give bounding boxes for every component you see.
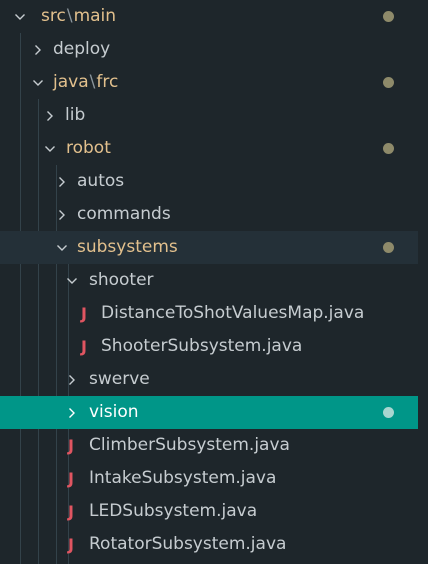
folder-label: subsystems (77, 237, 178, 257)
modified-dot-icon (383, 242, 394, 253)
java-icon: J (81, 337, 87, 356)
tree-item-java-frc[interactable]: java\frc (0, 66, 418, 99)
modified-dot-icon (383, 11, 394, 22)
folder-label: commands (77, 204, 171, 224)
chevron-right-icon (66, 396, 78, 429)
modified-dot-icon (383, 77, 394, 88)
folder-label: src\main (41, 0, 116, 33)
file-label: ClimberSubsystem.java (89, 435, 290, 455)
tree-item-commands[interactable]: commands (0, 198, 418, 231)
folder-label: vision (89, 402, 139, 422)
java-icon: J (68, 436, 74, 455)
chevron-down-icon (32, 66, 44, 99)
folder-label: robot (66, 138, 111, 158)
folder-label: lib (65, 105, 86, 125)
tree-item-vision[interactable]: vision (0, 396, 418, 429)
chevron-right-icon (44, 99, 56, 132)
path-segment: java (53, 72, 89, 92)
file-label: ShooterSubsystem.java (101, 336, 303, 356)
folder-label: swerve (89, 369, 150, 389)
tree-item-lib[interactable]: lib (0, 99, 418, 132)
tree-item-climber-subsystem[interactable]: J ClimberSubsystem.java (0, 429, 418, 462)
file-label: IntakeSubsystem.java (89, 468, 277, 488)
chevron-right-icon (66, 363, 78, 396)
tree-item-src-main[interactable]: src\main (0, 0, 418, 33)
folder-label: deploy (53, 39, 111, 59)
tree-item-rotator-subsystem[interactable]: J RotatorSubsystem.java (0, 528, 418, 561)
chevron-right-icon (56, 165, 68, 198)
tree-item-robot[interactable]: robot (0, 132, 418, 165)
tree-item-distance-to-shot-values-map[interactable]: J DistanceToShotValuesMap.java (0, 297, 418, 330)
modified-dot-icon (383, 407, 394, 418)
chevron-down-icon (56, 231, 68, 264)
tree-item-intake-subsystem[interactable]: J IntakeSubsystem.java (0, 462, 418, 495)
path-segment: src (41, 6, 66, 26)
java-icon: J (68, 535, 74, 554)
tree-item-deploy[interactable]: deploy (0, 33, 418, 66)
tree-item-led-subsystem[interactable]: J LEDSubsystem.java (0, 495, 418, 528)
chevron-down-icon (44, 132, 56, 165)
chevron-right-icon (56, 198, 68, 231)
path-segment: main (73, 6, 117, 26)
tree-item-autos[interactable]: autos (0, 165, 418, 198)
java-icon: J (68, 469, 74, 488)
file-explorer-tree: src\main deploy java\frc lib robot autos… (0, 0, 428, 564)
java-icon: J (81, 304, 87, 323)
file-label: LEDSubsystem.java (89, 501, 258, 521)
folder-label: autos (77, 171, 125, 191)
tree-item-subsystems[interactable]: subsystems (0, 231, 418, 264)
folder-label: java\frc (53, 66, 118, 99)
file-label: DistanceToShotValuesMap.java (101, 303, 365, 323)
path-separator: \ (66, 6, 73, 26)
chevron-right-icon (32, 33, 44, 66)
folder-label: shooter (89, 270, 154, 290)
java-icon: J (68, 502, 74, 521)
path-segment: frc (96, 72, 119, 92)
chevron-down-icon (66, 264, 78, 297)
tree-item-shooter-subsystem[interactable]: J ShooterSubsystem.java (0, 330, 418, 363)
tree-item-swerve[interactable]: swerve (0, 363, 418, 396)
modified-dot-icon (383, 143, 394, 154)
chevron-down-icon (14, 0, 26, 33)
path-separator: \ (89, 72, 96, 92)
tree-item-shooter[interactable]: shooter (0, 264, 418, 297)
file-label: RotatorSubsystem.java (89, 534, 287, 554)
